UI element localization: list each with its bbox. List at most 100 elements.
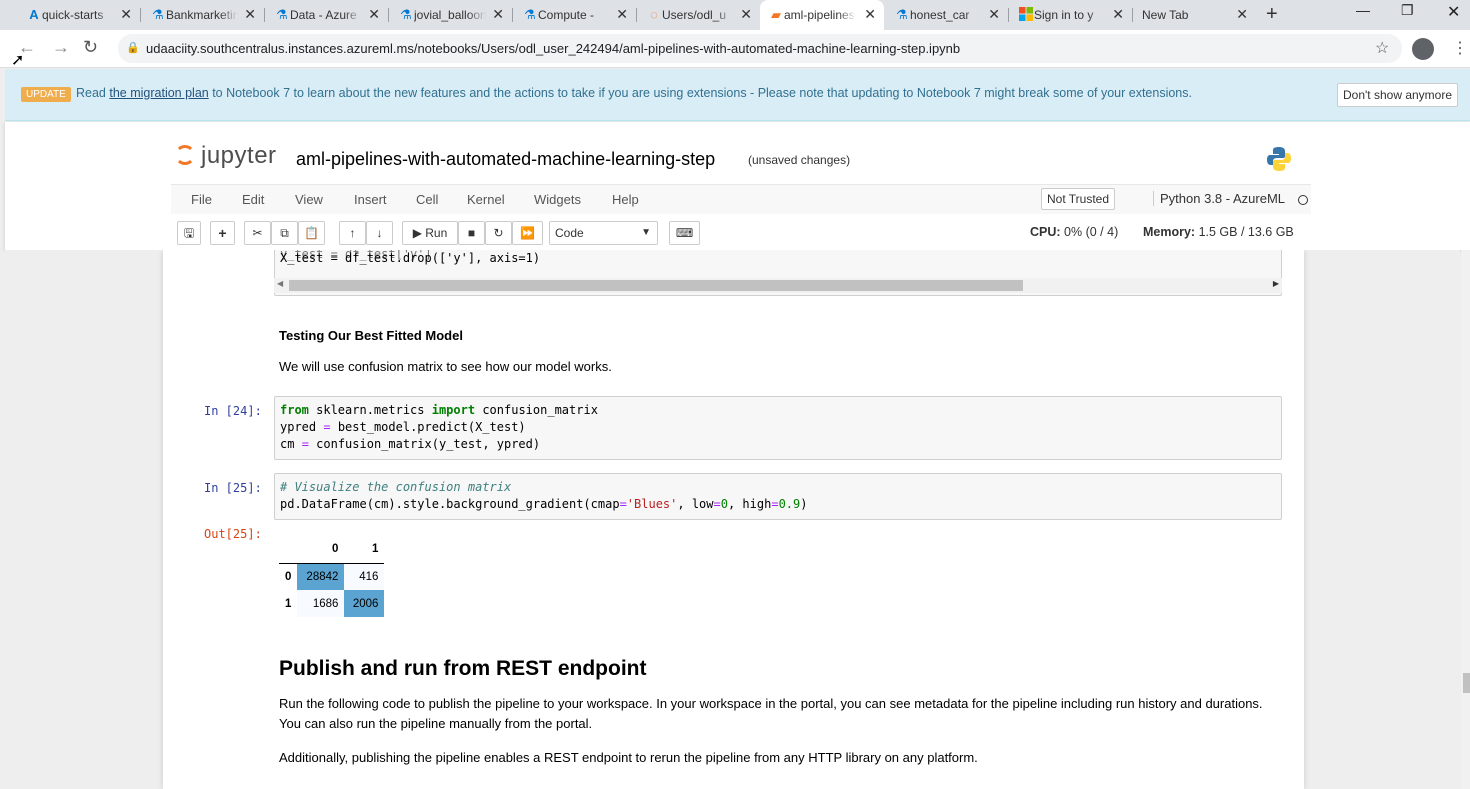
not-trusted-button[interactable]: Not Trusted xyxy=(1041,188,1116,210)
close-icon[interactable]: ✕ xyxy=(740,6,752,23)
update-banner: UPDATE Read the migration plan to Notebo… xyxy=(5,69,1470,121)
col-header: 1 xyxy=(344,536,385,564)
paste-icon[interactable]: 📋 xyxy=(298,221,325,245)
input-prompt: In [25]: xyxy=(204,481,262,495)
vertical-scroll-thumb[interactable] xyxy=(1463,673,1470,693)
tab-label: aml-pipelines xyxy=(784,8,855,22)
close-icon[interactable]: ✕ xyxy=(244,6,256,23)
browser-tab-sign-in[interactable]: Sign in to y ✕ xyxy=(1010,0,1132,30)
tab-label: New Tab xyxy=(1142,8,1189,22)
tab-label: Sign in to y xyxy=(1034,8,1094,22)
row-header: 0 xyxy=(285,570,292,583)
browser-tab-users[interactable]: ◌ Users/odl_u ✕ xyxy=(638,0,760,30)
notebook-header: jupyter aml-pipelines-with-automated-mac… xyxy=(5,122,1470,250)
menu-file[interactable]: File xyxy=(191,192,212,207)
menu-widgets[interactable]: Widgets xyxy=(534,192,581,207)
address-bar-row: ← → ↻ udaaciity.southcentralus.instances… xyxy=(0,30,1470,68)
interrupt-icon[interactable]: ■ xyxy=(458,221,485,245)
cm-cell: 416 xyxy=(344,563,385,590)
bookmark-star-icon[interactable]: ☆ xyxy=(1375,38,1389,58)
menu-kernel[interactable]: Kernel xyxy=(467,192,505,207)
row-header: 1 xyxy=(285,597,292,610)
insert-cell-icon[interactable]: + xyxy=(210,221,235,245)
tab-label: Compute - xyxy=(538,8,595,22)
url-field[interactable]: udaaciity.southcentralus.instances.azure… xyxy=(118,34,1402,63)
scroll-left-icon[interactable]: ◀ xyxy=(277,279,283,288)
browser-tab-compute[interactable]: ⚗ Compute - ✕ xyxy=(514,0,636,30)
close-icon[interactable]: ✕ xyxy=(988,6,1000,23)
dont-show-anymore-button[interactable]: Don't show anymore xyxy=(1337,83,1459,107)
browser-tab-honest-car[interactable]: ⚗ honest_car ✕ xyxy=(886,0,1008,30)
lock-icon[interactable]: 🔒 xyxy=(126,41,140,54)
azureml-icon: ⚗ xyxy=(276,7,288,22)
keyboard-icon[interactable]: ⌨ xyxy=(669,221,700,245)
browser-tab-data[interactable]: ⚗ Data - Azure ✕ xyxy=(266,0,388,30)
notebook-title[interactable]: aml-pipelines-with-automated-machine-lea… xyxy=(296,149,715,170)
close-icon[interactable]: ✕ xyxy=(120,6,132,23)
browser-menu-icon[interactable]: ⋮ xyxy=(1452,38,1468,58)
code-cell-24[interactable]: from sklearn.metrics import confusion_ma… xyxy=(274,396,1282,460)
jupyter-logo[interactable]: jupyter xyxy=(175,142,277,170)
menu-bar: File Edit View Insert Cell Kernel Widget… xyxy=(171,184,1311,214)
save-status: (unsaved changes) xyxy=(748,153,851,167)
kernel-name[interactable]: Python 3.8 - AzureML xyxy=(1153,191,1285,206)
markdown-heading: Testing Our Best Fitted Model xyxy=(279,328,463,343)
new-tab-button[interactable]: + xyxy=(1266,3,1278,26)
restart-run-all-icon[interactable]: ⏩ xyxy=(512,221,543,245)
horizontal-scrollbar[interactable]: ◀ ▶ xyxy=(274,278,1282,293)
menu-cell[interactable]: Cell xyxy=(416,192,438,207)
browser-tab-new-tab[interactable]: New Tab ✕ xyxy=(1134,0,1256,30)
azure-icon: A xyxy=(29,7,39,22)
jupyter-orb-icon xyxy=(175,145,195,165)
restore-icon[interactable]: ❐ xyxy=(1401,2,1414,19)
section-paragraph-1: Run the following code to publish the pi… xyxy=(279,696,1263,731)
browser-tab-bankmarketing[interactable]: ⚗ Bankmarketing ✕ xyxy=(142,0,264,30)
close-icon[interactable]: ✕ xyxy=(1112,6,1124,23)
browser-tab-quick-starts[interactable]: A quick-starts ✕ xyxy=(18,0,140,30)
cm-cell: 2006 xyxy=(344,590,385,617)
profile-avatar-icon[interactable] xyxy=(1412,38,1434,60)
copy-icon[interactable]: ⧉ xyxy=(271,221,298,245)
cell-type-select[interactable]: Code ▼ xyxy=(549,221,658,245)
cpu-indicator: CPU: 0% (0 / 4) xyxy=(1030,225,1119,239)
scroll-thumb[interactable] xyxy=(289,280,1023,291)
memory-indicator: Memory: 1.5 GB / 13.6 GB xyxy=(1143,225,1294,239)
close-icon[interactable]: ✕ xyxy=(492,6,504,23)
tab-label: Data - Azure xyxy=(290,8,357,22)
python-logo-icon xyxy=(1267,147,1291,171)
save-icon[interactable]: 🖫 xyxy=(177,221,201,245)
close-icon[interactable]: ✕ xyxy=(368,6,380,23)
run-button[interactable]: ▶ Run xyxy=(402,221,458,245)
move-down-icon[interactable]: ↓ xyxy=(366,221,393,245)
browser-tab-jovial[interactable]: ⚗ jovial_balloon ✕ xyxy=(390,0,512,30)
menu-edit[interactable]: Edit xyxy=(242,192,264,207)
close-icon[interactable]: ✕ xyxy=(616,6,628,23)
output-prompt: Out[25]: xyxy=(204,527,262,541)
markdown-text: We will use confusion matrix to see how … xyxy=(279,359,612,374)
close-icon[interactable]: ✕ xyxy=(1236,6,1248,23)
menu-help[interactable]: Help xyxy=(612,192,639,207)
cm-cell: 1686 xyxy=(297,590,345,617)
cut-icon[interactable]: ✂ xyxy=(244,221,271,245)
close-icon[interactable]: ✕ xyxy=(864,6,876,23)
jupyter-icon: ◌ xyxy=(650,7,658,22)
azureml-icon: ⚗ xyxy=(896,7,908,22)
browser-tab-aml-pipelines[interactable]: ▰ aml-pipelines ✕ xyxy=(760,0,884,30)
notebook-toolbar: 🖫 + ✂ ⧉ 📋 ↑ ↓ ▶ Run ■ ↻ ⏩ Code ▼ ⌨ CPU: 0… xyxy=(171,217,1311,249)
code-cell-25[interactable]: # Visualize the confusion matrix pd.Data… xyxy=(274,473,1282,520)
move-up-icon[interactable]: ↑ xyxy=(339,221,366,245)
tab-label: quick-starts xyxy=(42,8,104,22)
forward-icon[interactable]: → xyxy=(52,37,70,58)
scroll-right-icon[interactable]: ▶ xyxy=(1273,279,1279,288)
menu-view[interactable]: View xyxy=(295,192,323,207)
restart-icon[interactable]: ↻ xyxy=(485,221,512,245)
microsoft-icon xyxy=(1018,7,1034,23)
window-close-icon[interactable]: ✕ xyxy=(1447,2,1460,22)
menu-insert[interactable]: Insert xyxy=(354,192,387,207)
reload-icon[interactable]: ↻ xyxy=(83,37,98,58)
vertical-scrollbar[interactable] xyxy=(1461,250,1470,789)
play-icon: ▶ xyxy=(412,226,426,240)
minimize-icon[interactable]: — xyxy=(1356,2,1370,18)
banner-text: Read the migration plan to Notebook 7 to… xyxy=(76,86,1192,100)
migration-plan-link[interactable]: the migration plan xyxy=(109,86,208,100)
